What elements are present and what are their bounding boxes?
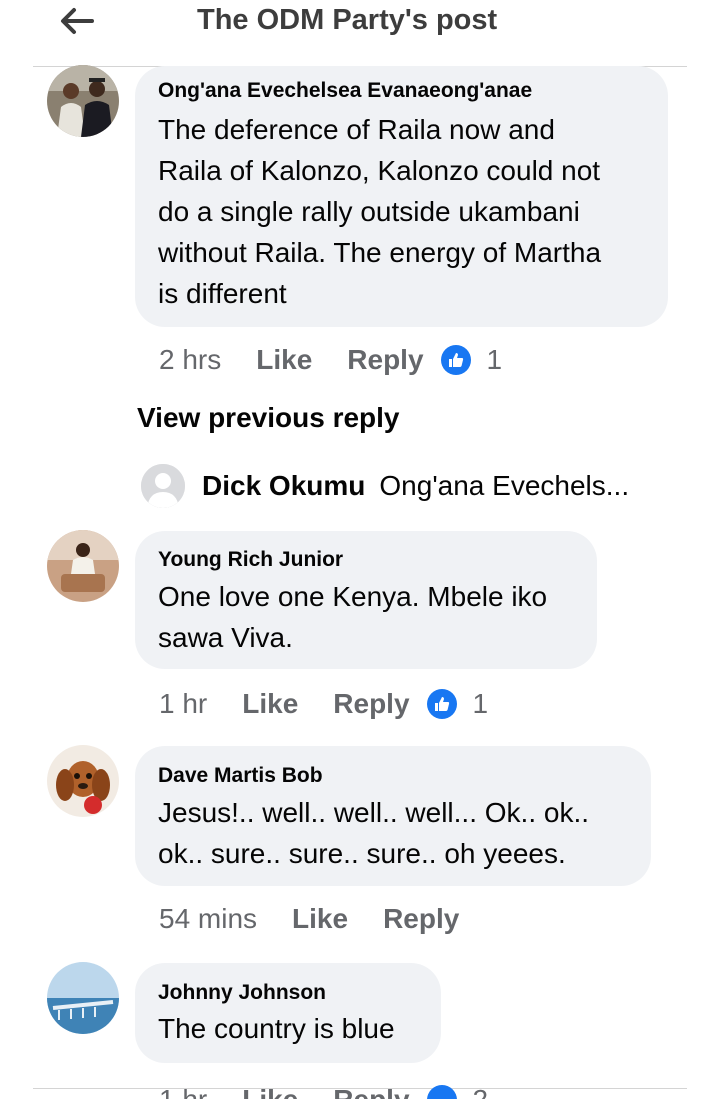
comment-text: One love one Kenya. Mbele iko sawa Viva. xyxy=(158,581,548,653)
page-title: The ODM Party's post xyxy=(197,4,498,36)
reply-button[interactable]: Reply xyxy=(333,1084,409,1099)
thumbs-up-icon[interactable] xyxy=(426,1085,457,1099)
comment-actions-partial: 1 hr Like Reply 2 xyxy=(159,1080,488,1099)
comment-author[interactable]: Ong'ana Evechelsea Evanaeong'anae xyxy=(158,79,532,103)
like-button[interactable]: Like xyxy=(242,688,298,720)
comment-text: The deference of Raila now and Raila of … xyxy=(158,114,602,309)
comment-text: The country is blue xyxy=(158,1013,395,1044)
like-button[interactable]: Like xyxy=(292,903,348,935)
reaction-count[interactable]: 1 xyxy=(487,344,503,376)
comment-actions: 2 hrs Like Reply 1 xyxy=(159,340,502,380)
comment-actions: 1 hr Like Reply 1 xyxy=(159,684,488,724)
view-previous-reply-link[interactable]: View previous reply xyxy=(137,402,400,434)
like-button[interactable]: Like xyxy=(256,344,312,376)
default-avatar-icon xyxy=(141,464,185,508)
reply-button[interactable]: Reply xyxy=(383,903,459,935)
avatar[interactable] xyxy=(47,65,119,137)
comment-time[interactable]: 54 mins xyxy=(159,903,257,935)
back-arrow-icon[interactable] xyxy=(56,4,96,38)
thumbs-up-icon[interactable] xyxy=(440,345,471,375)
avatar[interactable] xyxy=(47,530,119,602)
comment-time[interactable]: 2 hrs xyxy=(159,344,221,376)
comment-time[interactable]: 1 hr xyxy=(159,1084,207,1099)
comment-time[interactable]: 1 hr xyxy=(159,688,207,720)
comment-author[interactable]: Dave Martis Bob xyxy=(158,764,323,788)
reaction-count[interactable]: 2 xyxy=(473,1084,489,1099)
reply-button[interactable]: Reply xyxy=(333,688,409,720)
app-header: The ODM Party's post xyxy=(0,0,720,66)
reply-author[interactable]: Dick Okumu xyxy=(202,470,365,502)
comment-actions: 54 mins Like Reply xyxy=(159,899,459,939)
comment-text: Jesus!.. well.. well.. well... Ok.. ok..… xyxy=(158,797,590,869)
comment-author[interactable]: Young Rich Junior xyxy=(158,548,343,572)
reply-preview[interactable]: Dick Okumu Ong'ana Evechels... xyxy=(141,462,629,510)
reply-snippet: Ong'ana Evechels... xyxy=(379,470,630,501)
like-button[interactable]: Like xyxy=(242,1084,298,1099)
avatar[interactable] xyxy=(47,962,119,1034)
comment-author[interactable]: Johnny Johnson xyxy=(158,981,326,1005)
reply-button[interactable]: Reply xyxy=(347,344,423,376)
avatar[interactable] xyxy=(47,745,119,817)
reaction-count[interactable]: 1 xyxy=(473,688,489,720)
thumbs-up-icon[interactable] xyxy=(426,689,457,719)
